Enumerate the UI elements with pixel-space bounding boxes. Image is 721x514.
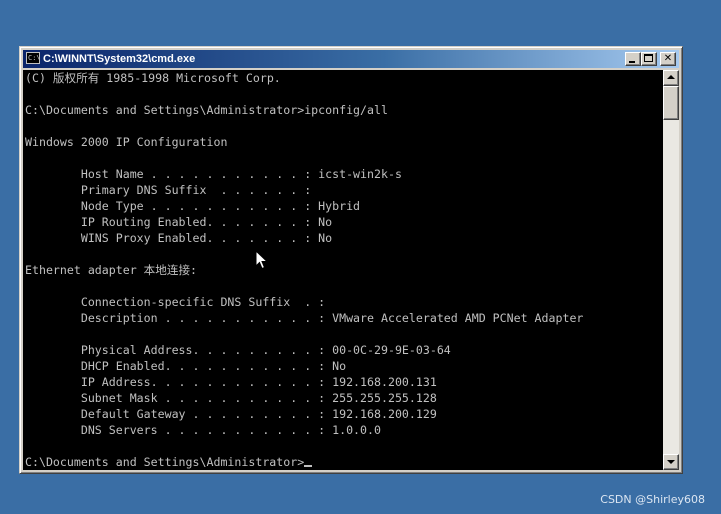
watermark: CSDN @Shirley608: [600, 493, 705, 506]
command-prompt-line[interactable]: C:\Documents and Settings\Administrator>: [25, 454, 313, 470]
console-line: Physical Address. . . . . . . . . : 00-0…: [25, 343, 451, 357]
maximize-icon: [644, 54, 653, 62]
console-line: Default Gateway . . . . . . . . . : 192.…: [25, 407, 437, 421]
console-line: (C) 版权所有 1985-1998 Microsoft Corp.: [25, 71, 281, 85]
title-bar[interactable]: C:\ C:\WINNT\System32\cmd.exe ✕: [23, 50, 679, 68]
minimize-button[interactable]: [625, 52, 641, 66]
command-prompt: C:\Documents and Settings\Administrator>: [25, 455, 305, 469]
scroll-up-button[interactable]: [663, 70, 679, 86]
maximize-button[interactable]: [641, 52, 657, 66]
console-line: Description . . . . . . . . . . . : VMwa…: [25, 311, 584, 325]
vertical-scrollbar[interactable]: [663, 70, 679, 470]
close-button[interactable]: ✕: [660, 52, 676, 66]
cmd-window[interactable]: C:\ C:\WINNT\System32\cmd.exe ✕ (C) 版权所有…: [19, 46, 683, 474]
console-line: WINS Proxy Enabled. . . . . . . : No: [25, 231, 333, 245]
window-title: C:\WINNT\System32\cmd.exe: [43, 53, 196, 65]
console-output[interactable]: (C) 版权所有 1985-1998 Microsoft Corp. C:\Do…: [23, 70, 663, 470]
console-line: DHCP Enabled. . . . . . . . . . . : No: [25, 359, 347, 373]
console-line: IP Address. . . . . . . . . . . . : 192.…: [25, 375, 437, 389]
scroll-down-button[interactable]: [663, 454, 679, 470]
text-cursor: [304, 465, 313, 467]
console-line: Subnet Mask . . . . . . . . . . . : 255.…: [25, 391, 437, 405]
minimize-icon: [629, 61, 635, 63]
close-icon: ✕: [663, 53, 673, 64]
console-line: Primary DNS Suffix . . . . . . :: [25, 183, 312, 197]
console-line: Windows 2000 IP Configuration: [25, 135, 228, 149]
console-line: Connection-specific DNS Suffix . :: [25, 295, 326, 309]
console-line: Node Type . . . . . . . . . . . : Hybrid: [25, 199, 361, 213]
mouse-pointer-icon: [255, 250, 268, 270]
scrollbar-thumb[interactable]: [663, 86, 679, 120]
console-line: C:\Documents and Settings\Administrator>…: [25, 103, 388, 117]
console-line: IP Routing Enabled. . . . . . . : No: [25, 215, 333, 229]
console-line: Host Name . . . . . . . . . . . : icst-w…: [25, 167, 402, 181]
arrow-down-icon: [667, 460, 675, 464]
arrow-up-icon: [667, 75, 675, 79]
console-line: DNS Servers . . . . . . . . . . . : 1.0.…: [25, 423, 381, 437]
console-line: Ethernet adapter 本地连接:: [25, 263, 198, 277]
console-app-icon[interactable]: C:\: [26, 52, 41, 64]
